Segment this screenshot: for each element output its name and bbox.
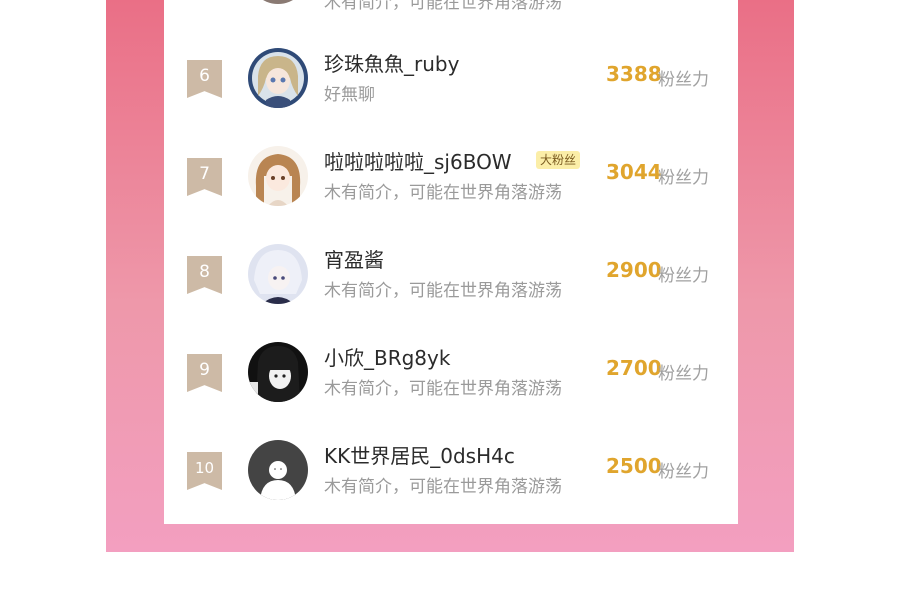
avatar-image [248, 146, 308, 206]
list-item-bio: 木有简介，可能在世界角落游荡 [324, 183, 562, 203]
fan-power-label: 粉丝力 [658, 364, 709, 384]
list-item-username[interactable]: 珍珠魚魚_ruby [324, 48, 459, 77]
fan-power-label: 粉丝力 [658, 168, 709, 188]
fan-power-score: 3388 [606, 62, 662, 86]
fan-power-score: 3044 [606, 160, 662, 184]
fan-power-score: 2700 [606, 356, 662, 380]
list-item-username[interactable]: 宵盈酱 [324, 244, 384, 273]
list-item[interactable]: 9 小欣_BRg8yk 木有简介，可能在世界角落游荡 2700 粉丝力 [164, 334, 738, 432]
avatar-image [248, 342, 308, 402]
list-item-bio: 好無聊 [324, 85, 375, 105]
rank-badge: 7 [187, 158, 222, 196]
rank-badge: 10 [187, 452, 222, 490]
rank-badge: 9 [187, 354, 222, 392]
fan-power-label: 粉丝力 [658, 462, 709, 482]
default-person-avatar-icon [248, 440, 308, 500]
avatar[interactable] [248, 146, 308, 206]
list-item-username[interactable]: KK世界居民_0dsH4c [324, 440, 515, 469]
rank-badge: 8 [187, 256, 222, 294]
list-item[interactable]: 8 宵盈酱 木有简介，可能在世界角落游荡 2900 粉丝力 [164, 236, 738, 334]
avatar-image [248, 48, 308, 108]
avatar[interactable] [248, 0, 308, 4]
rank-badge: 6 [187, 60, 222, 98]
avatar[interactable] [248, 440, 308, 500]
list-item-bio: 木有简介，可能在世界角落游荡 [324, 281, 562, 301]
list-item[interactable]: 6 珍珠魚魚_ruby 好無聊 3388 粉丝力 [164, 40, 738, 138]
fan-power-score: 2500 [606, 454, 662, 478]
partial-list-item: 木有简介，可能在世界角落游荡 [164, 0, 738, 10]
list-item-username[interactable]: 啦啦啦啦啦_sj6BOW [324, 146, 512, 175]
avatar-image [248, 244, 308, 304]
list-item-username[interactable]: 小欣_BRg8yk [324, 342, 450, 371]
avatar[interactable] [248, 342, 308, 402]
list-item[interactable]: 7 啦啦啦啦啦_sj6BOW 大粉丝 木有简介，可能在世界角落游荡 3044 粉… [164, 138, 738, 236]
fan-power-label: 粉丝力 [658, 70, 709, 90]
list-item-bio: 木有简介，可能在世界角落游荡 [324, 0, 562, 10]
fan-ranking-card: 木有简介，可能在世界角落游荡 6 珍珠魚魚_ruby 好無聊 3388 粉丝力 … [164, 0, 738, 524]
fan-power-score: 2900 [606, 258, 662, 282]
avatar[interactable] [248, 244, 308, 304]
list-item-bio: 木有简介，可能在世界角落游荡 [324, 477, 562, 497]
avatar[interactable] [248, 48, 308, 108]
list-item[interactable]: 10 KK世界居民_0dsH4c 木有简介，可能在世界角落游荡 2500 粉丝力 [164, 432, 738, 530]
fan-power-label: 粉丝力 [658, 266, 709, 286]
list-item-bio: 木有简介，可能在世界角落游荡 [324, 379, 562, 399]
big-fan-badge: 大粉丝 [536, 151, 581, 169]
